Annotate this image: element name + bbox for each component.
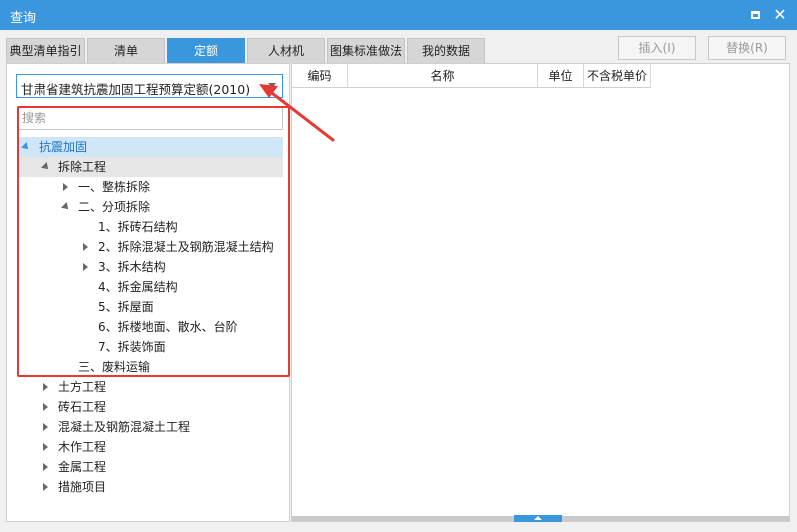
collapsed-icon[interactable] <box>41 397 51 417</box>
tree-item-waste-transport[interactable]: 三、废料运输 <box>17 357 283 377</box>
column-header-unit[interactable]: 单位 <box>538 64 584 88</box>
close-icon[interactable]: ✕ <box>770 5 790 25</box>
horizontal-scrollbar[interactable] <box>292 515 789 522</box>
column-header-name[interactable]: 名称 <box>348 64 538 88</box>
tree-item-metal[interactable]: 4、拆金属结构 <box>17 277 283 297</box>
tree-item-demolition[interactable]: 拆除工程 <box>17 157 283 177</box>
collapsed-icon[interactable] <box>81 237 91 257</box>
insert-button[interactable]: 插入(I) <box>618 36 696 60</box>
window-title: 查询 <box>10 11 37 26</box>
tree-item-woodwork[interactable]: 木作工程 <box>17 437 283 457</box>
splitter-handle[interactable] <box>514 515 562 522</box>
tree-item-masonry-work[interactable]: 砖石工程 <box>17 397 283 417</box>
expanded-icon[interactable] <box>21 137 31 157</box>
replace-button[interactable]: 替换(R) <box>708 36 786 60</box>
tree-item-masonry[interactable]: 1、拆砖石结构 <box>17 217 283 237</box>
tree-item-earthwork[interactable]: 土方工程 <box>17 377 283 397</box>
tree-item-floor[interactable]: 6、拆楼地面、散水、台阶 <box>17 317 283 337</box>
expanded-icon[interactable] <box>41 157 51 177</box>
quota-library-select[interactable]: 甘肃省建筑抗震加固工程预算定额(2010) <box>16 74 283 98</box>
tab-labor-material-machine[interactable]: 人材机 <box>247 38 325 63</box>
tab-atlas-standard[interactable]: 图集标准做法 <box>327 38 405 63</box>
tree-item-wood[interactable]: 3、拆木结构 <box>17 257 283 277</box>
table-header: 编码 名称 单位 不含税单价 <box>292 64 651 88</box>
result-table-panel: 编码 名称 单位 不含税单价 <box>291 63 790 522</box>
tree-item-concrete[interactable]: 2、拆除混凝土及钢筋混凝土结构 <box>17 237 283 257</box>
chevron-down-icon[interactable] <box>268 83 276 88</box>
collapsed-icon[interactable] <box>41 417 51 437</box>
tab-my-data[interactable]: 我的数据 <box>407 38 485 63</box>
restore-window-icon[interactable] <box>745 5 765 25</box>
quota-library-value: 甘肃省建筑抗震加固工程预算定额(2010) <box>21 82 251 97</box>
quota-tree-panel: 甘肃省建筑抗震加固工程预算定额(2010) 抗震加固 拆除工程 一、整栋拆除 二… <box>6 63 290 522</box>
collapsed-icon[interactable] <box>41 457 51 477</box>
column-header-code[interactable]: 编码 <box>292 64 348 88</box>
tree-item-whole-building-demolition[interactable]: 一、整栋拆除 <box>17 177 283 197</box>
collapsed-icon[interactable] <box>41 377 51 397</box>
title-bar: 查询 ✕ <box>0 0 797 30</box>
tree-item-seismic-reinforcement[interactable]: 抗震加固 <box>17 137 283 157</box>
tree-item-concrete-work[interactable]: 混凝土及钢筋混凝土工程 <box>17 417 283 437</box>
column-header-unit-price-excl-tax[interactable]: 不含税单价 <box>584 64 651 88</box>
tree-item-decoration[interactable]: 7、拆装饰面 <box>17 337 283 357</box>
search-input[interactable] <box>17 106 283 130</box>
tab-quota[interactable]: 定额 <box>167 38 245 63</box>
tree-item-metalwork[interactable]: 金属工程 <box>17 457 283 477</box>
tab-typical-bill-guide[interactable]: 典型清单指引 <box>6 38 85 63</box>
collapsed-icon[interactable] <box>41 477 51 497</box>
expanded-icon[interactable] <box>61 197 71 217</box>
tree-item-partial-demolition[interactable]: 二、分项拆除 <box>17 197 283 217</box>
tree-item-measures[interactable]: 措施项目 <box>17 477 283 497</box>
collapsed-icon[interactable] <box>41 437 51 457</box>
tab-bill[interactable]: 清单 <box>87 38 165 63</box>
collapsed-icon[interactable] <box>61 177 71 197</box>
tree-item-roof[interactable]: 5、拆屋面 <box>17 297 283 317</box>
collapsed-icon[interactable] <box>81 257 91 277</box>
